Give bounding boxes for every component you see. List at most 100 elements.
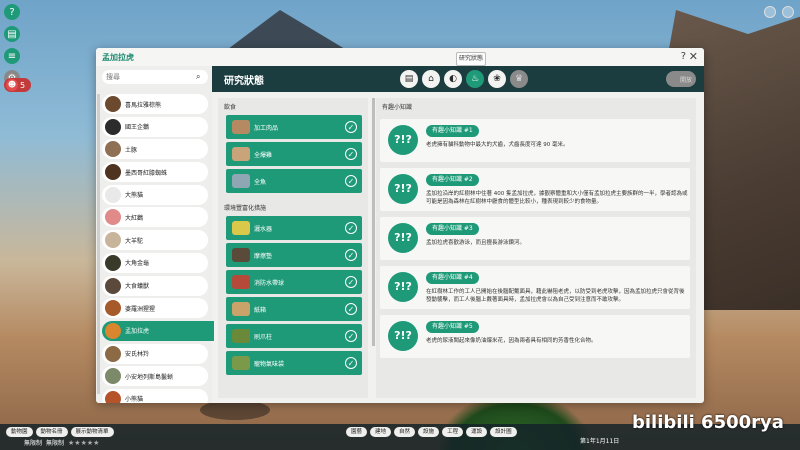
build-menu-button[interactable]: 運設: [466, 427, 488, 437]
enrichment-item[interactable]: 紙箱 ✓: [226, 297, 362, 321]
animal-name: 大羊駝: [125, 237, 144, 245]
build-menu-button[interactable]: 設施: [418, 427, 440, 437]
staff-alert-badge[interactable]: ☻ 5: [4, 78, 32, 92]
exclamation-question-icon: ?!?: [388, 125, 418, 155]
diet-item-thumbnail: [232, 120, 250, 134]
bottom-left-buttons: 動物園 動物名冊 展示動物清單: [6, 427, 114, 437]
fun-fact-card: ?!? 有趣小知識 #3 孟加拉虎喜歡游泳，而且擅長游泳鑽河。: [380, 217, 690, 260]
search-icon[interactable]: ⌕: [196, 72, 200, 82]
food-icon[interactable]: ◐: [444, 70, 462, 88]
check-icon: ✓: [345, 330, 357, 342]
search-box[interactable]: ⌕: [102, 70, 208, 84]
enrichment-item[interactable]: 灑水器 ✓: [226, 216, 362, 240]
enrichment-item-thumbnail: [232, 221, 250, 235]
enrichment-item-thumbnail: [232, 302, 250, 316]
diet-item[interactable]: 全魚 ✓: [226, 169, 362, 193]
facts-heading: 有趣小知識: [382, 104, 413, 111]
animal-list-item[interactable]: 婆羅洲猩猩: [102, 298, 208, 319]
top-right-hud: [764, 6, 794, 18]
build-menu-button[interactable]: 園藝: [346, 427, 368, 437]
enrichment-item[interactable]: 刷爪柱 ✓: [226, 324, 362, 348]
bottom-nav-button[interactable]: 動物名冊: [35, 427, 68, 437]
animal-list-item[interactable]: 大熊貓: [102, 184, 208, 205]
animal-list-item[interactable]: 安氏林羚: [102, 343, 208, 364]
enrichment-item-name: 刷爪柱: [254, 333, 273, 341]
animal-avatar: [105, 300, 121, 317]
enrichment-item-thumbnail: [232, 356, 250, 370]
animal-list-item[interactable]: 大食蟻獸: [102, 275, 208, 296]
enrichment-item-name: 寵物氣味袋: [254, 360, 285, 368]
diet-item[interactable]: 加工肉品 ✓: [226, 115, 362, 139]
exclamation-question-icon: ?!?: [388, 223, 418, 253]
bottom-nav-button[interactable]: 動物園: [6, 427, 33, 437]
fun-fact-text: 在紅樹林工作的工人已開始在後腦配戴面具，藉此嚇阻老虎，以防受到老虎攻擊，因為孟加…: [426, 289, 685, 303]
enrichment-item[interactable]: 寵物氣味袋 ✓: [226, 351, 362, 375]
search-input[interactable]: [106, 73, 196, 81]
animal-avatar: [105, 141, 121, 158]
limit-label-1: 無限制: [24, 440, 43, 447]
animal-list-item[interactable]: 土豚: [102, 139, 208, 160]
research-header: 研究狀態 ▤ ⌂ ◐ ♨ ❀ ♛ 開放: [212, 66, 704, 92]
diet-item-thumbnail: [232, 147, 250, 161]
animal-list-item[interactable]: 墨西哥紅膝蜘蛛: [102, 162, 208, 183]
diet-item-thumbnail: [232, 174, 250, 188]
animal-avatar: [105, 118, 121, 135]
enrichment-item[interactable]: 摩擦墊 ✓: [226, 243, 362, 267]
game-date: 第1年1月11日: [580, 438, 620, 445]
zoo-rating-stars: ★★★★★: [68, 438, 100, 447]
paw-icon[interactable]: ❀: [488, 70, 506, 88]
clipboard-icon[interactable]: ▤: [4, 26, 20, 42]
build-menu-button[interactable]: 工程: [442, 427, 464, 437]
animal-list-item[interactable]: 小安地列斯島鬣蜥: [102, 366, 208, 387]
enrichment-item-name: 消防水帶球: [254, 279, 285, 287]
animal-avatar: [105, 209, 121, 226]
animal-name: 孟加拉虎: [125, 328, 150, 336]
build-menu: 園藝 建地 自然 設施 工程 運設 設計圖: [346, 427, 517, 437]
exclamation-question-icon: ?!?: [388, 174, 418, 204]
animal-name: 大熊貓: [125, 192, 144, 200]
fun-fact-text: 老虎擁有貓科動物中最大的犬齒，犬齒長度可達 90 毫米。: [426, 142, 569, 148]
fun-fact-card: ?!? 有趣小知識 #4 在紅樹林工作的工人已開始在後腦配戴面具，藉此嚇阻老虎，以防…: [380, 266, 690, 309]
list-icon[interactable]: ≡: [4, 48, 20, 64]
diet-item[interactable]: 全爆雞 ✓: [226, 142, 362, 166]
list-scrollbar[interactable]: [97, 94, 100, 394]
animal-avatar: [105, 96, 121, 112]
fun-fact-label: 有趣小知識 #4: [426, 272, 479, 284]
animal-avatar: [105, 277, 121, 294]
diet-item-name: 全魚: [254, 178, 267, 186]
animal-name: 小熊貓: [125, 396, 144, 403]
help-button[interactable]: ?: [681, 51, 686, 62]
open-button[interactable]: 開放: [666, 71, 696, 87]
requirements-scrollbar[interactable]: [372, 98, 375, 346]
enrichment-item[interactable]: 消防水帶球 ✓: [226, 270, 362, 294]
notification-icon[interactable]: [764, 6, 776, 18]
bottom-nav-button[interactable]: 展示動物清單: [70, 427, 114, 437]
animal-list-item[interactable]: 國王企鵝: [102, 116, 208, 137]
animal-avatar: [105, 345, 121, 362]
animal-name: 國王企鵝: [125, 124, 150, 132]
animal-avatar: [105, 232, 121, 249]
enrichment-icon[interactable]: ♨: [466, 70, 484, 88]
enrichment-item-thumbnail: [232, 275, 250, 289]
build-menu-button[interactable]: 建地: [370, 427, 392, 437]
document-icon[interactable]: ▤: [400, 70, 418, 88]
build-menu-button[interactable]: 自然: [394, 427, 416, 437]
animal-name: 婆羅洲猩猩: [125, 305, 156, 313]
animal-list-item[interactable]: 大紅鸛: [102, 207, 208, 228]
trophy-icon[interactable]: ♛: [510, 70, 528, 88]
build-menu-button[interactable]: 設計圖: [490, 427, 517, 437]
check-icon: ✓: [345, 303, 357, 315]
check-icon: ✓: [345, 249, 357, 261]
animal-name: 小安地列斯島鬣蜥: [125, 373, 174, 381]
animal-name: 大紅鸛: [125, 214, 144, 222]
habitat-icon[interactable]: ⌂: [422, 70, 440, 88]
help-icon[interactable]: ?: [4, 4, 20, 20]
animal-list-item[interactable]: 大角金龜: [102, 252, 208, 273]
close-button[interactable]: ✕: [689, 50, 698, 63]
animal-list-item[interactable]: 孟加拉虎: [102, 320, 214, 341]
settings-icon[interactable]: [782, 6, 794, 18]
animal-list-item[interactable]: 大羊駝: [102, 230, 208, 251]
animal-list-item[interactable]: 小熊貓: [102, 388, 208, 403]
animal-list: 喜馬拉雅棕熊國王企鵝土豚 墨西哥紅膝蜘蛛大熊貓大紅鸛大羊駝大角金龜 大食蟻獸婆羅洲猩…: [102, 94, 214, 403]
animal-list-item[interactable]: 喜馬拉雅棕熊: [102, 94, 208, 114]
